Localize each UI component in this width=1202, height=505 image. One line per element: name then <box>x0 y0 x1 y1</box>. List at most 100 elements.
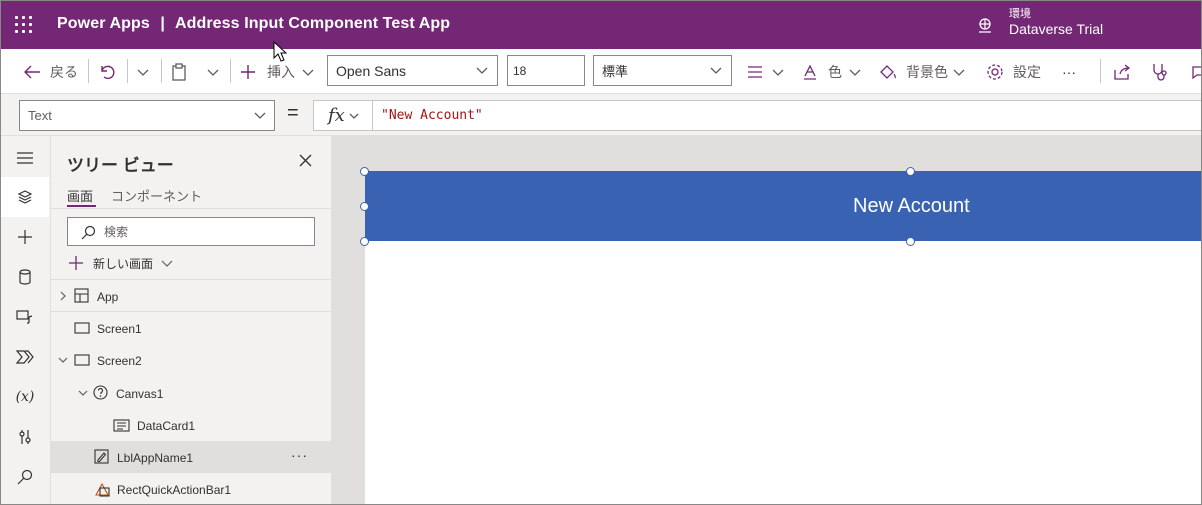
tab-screens[interactable]: 画面 <box>67 186 93 205</box>
comment-icon <box>1192 65 1201 79</box>
command-bar: 戻る 挿入 Open Sans 18 標準 色 背景色 設定 ··· <box>1 49 1201 94</box>
rail-search[interactable] <box>1 457 49 497</box>
font-weight-value: 標準 <box>602 64 629 79</box>
plus-icon <box>18 230 32 244</box>
tree-node-lblappname1[interactable]: LblAppName1 ··· <box>51 441 331 473</box>
chevron-down-icon <box>710 67 722 74</box>
more-options-button[interactable]: ··· <box>291 447 308 463</box>
settings-button[interactable]: 設定 <box>986 49 1041 94</box>
font-size-input[interactable]: 18 <box>507 55 585 86</box>
mouse-cursor-icon <box>273 41 287 62</box>
tree-view-panel: ツリー ビュー 画面 コンポーネント 検索 新しい画面 App Screen1 <box>51 136 331 504</box>
chevron-down-icon[interactable] <box>58 356 68 364</box>
rail-data[interactable] <box>1 257 49 297</box>
fill-label: 背景色 <box>906 63 948 80</box>
font-size-value: 18 <box>513 63 527 78</box>
rail-advanced-tools[interactable] <box>1 417 49 457</box>
formula-bar: Text = fx "New Account" <box>1 94 1201 136</box>
tab-components[interactable]: コンポーネント <box>111 186 202 205</box>
rail-tree-view[interactable] <box>1 177 49 217</box>
chevron-down-icon <box>137 69 149 76</box>
paste-button[interactable] <box>170 49 188 94</box>
app-launcher-icon[interactable] <box>15 16 33 34</box>
undo-button[interactable] <box>98 49 116 94</box>
tree-node-datacard1[interactable]: DataCard1 <box>51 409 331 441</box>
tree-search-input[interactable]: 検索 <box>67 217 315 246</box>
stethoscope-icon <box>1153 63 1167 81</box>
rail-variables[interactable]: (x) <box>1 377 49 417</box>
tree-node-canvas1[interactable]: Canvas1 <box>51 377 331 409</box>
paste-icon <box>172 62 186 81</box>
resize-handle[interactable] <box>360 167 369 176</box>
tools-icon <box>19 430 31 444</box>
chevron-down-icon[interactable] <box>78 389 88 397</box>
chevron-right-icon[interactable] <box>59 291 67 301</box>
chevron-down-icon <box>849 69 861 76</box>
chevron-down-icon <box>302 69 314 76</box>
resize-handle[interactable] <box>906 237 915 246</box>
resize-handle[interactable] <box>906 167 915 176</box>
question-icon <box>93 385 108 400</box>
font-color-button[interactable]: 色 <box>802 49 862 94</box>
fill-button[interactable]: 背景色 <box>879 49 966 94</box>
label-edit-icon <box>94 449 109 464</box>
tree-node-screen1[interactable]: Screen1 <box>51 312 331 344</box>
resize-handle[interactable] <box>360 202 369 211</box>
label-text: New Account <box>853 195 970 217</box>
tree-node-rectquickactionbar1[interactable]: RectQuickActionBar1 <box>51 473 331 504</box>
rail-power-automate[interactable] <box>1 337 49 377</box>
rail-insert[interactable] <box>1 217 49 257</box>
comments-button[interactable] <box>1191 49 1201 94</box>
gear-icon <box>987 63 1003 80</box>
back-label: 戻る <box>50 63 78 80</box>
resize-handle[interactable] <box>360 237 369 246</box>
settings-label: 設定 <box>1013 63 1041 80</box>
product-name: Power Apps <box>57 15 150 32</box>
menu-toggle[interactable] <box>1 138 49 178</box>
environment-label: 環境 <box>1009 8 1031 20</box>
database-icon <box>19 269 31 285</box>
equals-sign: = <box>287 102 299 124</box>
rail-media[interactable] <box>1 297 49 337</box>
new-account-label-control[interactable]: New Account <box>365 171 1201 241</box>
screen-icon <box>74 354 90 366</box>
hamburger-icon <box>17 152 33 164</box>
font-family-dropdown[interactable]: Open Sans <box>327 55 498 86</box>
undo-icon <box>101 65 115 79</box>
plus-icon <box>241 64 255 79</box>
tree-view-title: ツリー ビュー <box>67 156 174 175</box>
title-separator: | <box>160 15 165 32</box>
chevron-down-icon <box>476 67 488 74</box>
font-weight-dropdown[interactable]: 標準 <box>593 55 732 86</box>
environment-name[interactable]: Dataverse Trial <box>1009 21 1103 37</box>
close-icon[interactable] <box>299 154 312 167</box>
more-commands-button[interactable]: ··· <box>1062 49 1076 94</box>
search-icon <box>17 469 33 485</box>
search-icon <box>81 225 96 240</box>
app-checker-button[interactable] <box>1151 49 1169 94</box>
app-name: Address Input Component Test App <box>174 15 451 32</box>
left-rail: (x) <box>1 136 51 504</box>
property-dropdown[interactable]: Text <box>19 100 275 131</box>
font-family-value: Open Sans <box>336 62 407 79</box>
back-button[interactable]: 戻る <box>23 49 78 94</box>
share-button[interactable] <box>1113 49 1131 94</box>
paste-dropdown[interactable] <box>206 49 220 94</box>
tree-node-app[interactable]: App <box>51 280 331 312</box>
new-screen-button[interactable]: 新しい画面 <box>69 254 173 272</box>
tree-node-screen2[interactable]: Screen2 <box>51 344 331 376</box>
environment-icon[interactable] <box>976 16 994 34</box>
formula-input[interactable]: "New Account" <box>372 100 1201 131</box>
redo-dropdown[interactable] <box>136 49 150 94</box>
fill-icon <box>880 64 897 79</box>
tree-node-label: Canvas1 <box>116 387 164 401</box>
tree-node-label: App <box>97 290 119 304</box>
fx-button[interactable]: fx <box>313 100 373 131</box>
chevron-down-icon <box>254 112 266 119</box>
screen-icon <box>74 322 90 334</box>
align-button[interactable] <box>747 49 785 94</box>
more-label: ··· <box>1062 63 1076 80</box>
media-icon <box>16 310 33 324</box>
tree-node-label: Screen1 <box>97 322 142 336</box>
chevron-down-icon <box>772 69 784 76</box>
